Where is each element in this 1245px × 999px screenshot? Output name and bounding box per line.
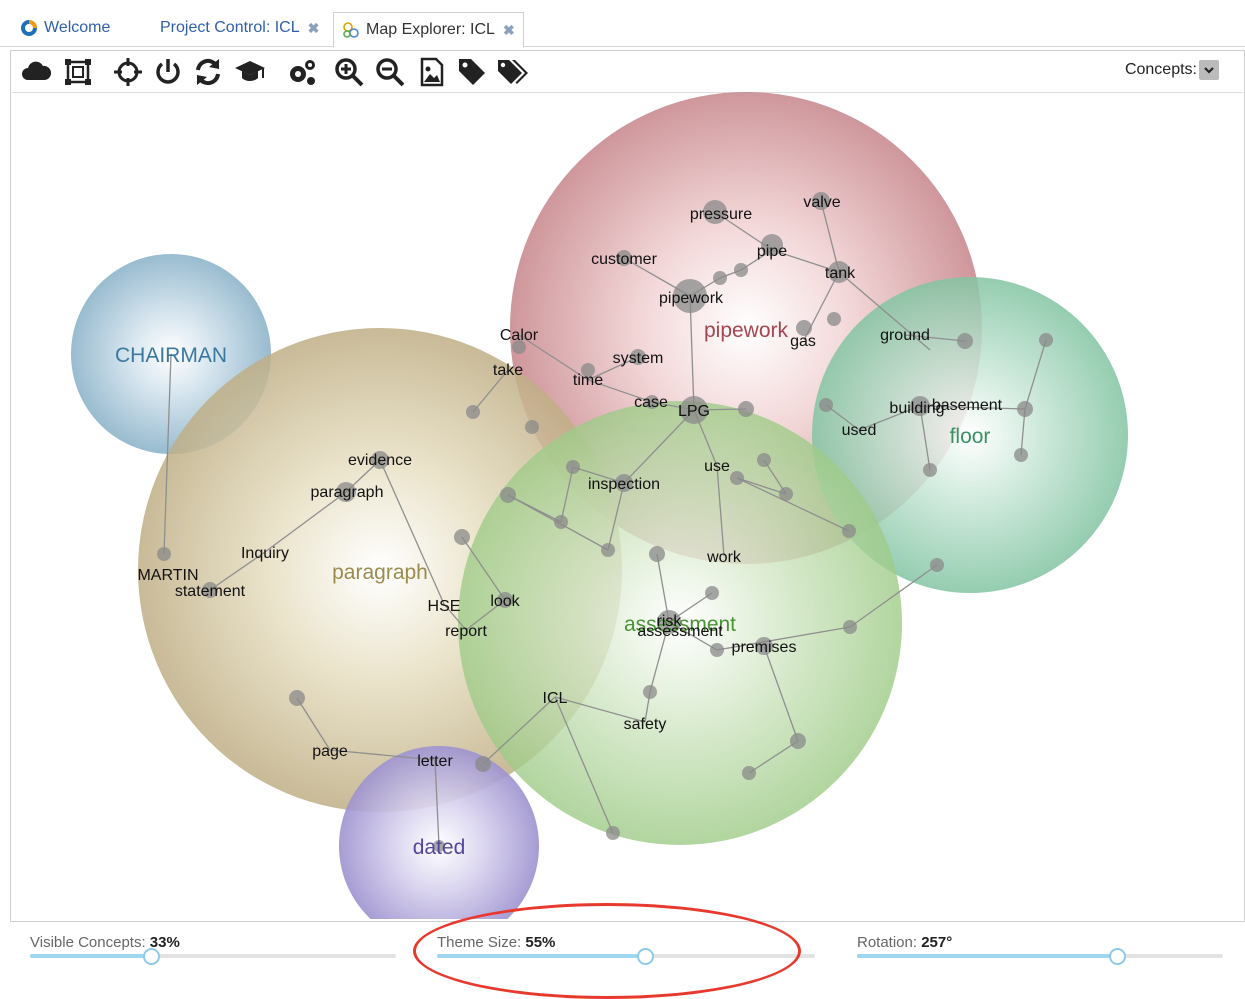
- slider-value: 257°: [921, 934, 953, 951]
- concept-label: pipework: [659, 290, 724, 307]
- concept-label: safety: [624, 716, 667, 733]
- refresh-icon[interactable]: [192, 56, 224, 88]
- concept-label: paragraph: [311, 484, 384, 501]
- concept-label: Inquiry: [241, 545, 289, 562]
- settings-icon[interactable]: [286, 56, 318, 88]
- concept-label: used: [842, 422, 877, 439]
- concept-map[interactable]: pipework CHAIRMAN paragraph floor assess…: [11, 92, 1243, 919]
- concept-label: statement: [175, 583, 246, 600]
- concept-label: pressure: [690, 206, 752, 223]
- concept-label: page: [312, 743, 348, 760]
- theme-label-dated: dated: [413, 836, 466, 859]
- concept-label: use: [704, 458, 730, 475]
- concept-label: system: [613, 350, 664, 367]
- concept-label: HSE: [428, 598, 461, 615]
- close-tab-icon[interactable]: ✖: [503, 22, 515, 39]
- toolbar: Concepts:: [10, 50, 1243, 93]
- concept-label: letter: [417, 753, 453, 770]
- concept-label: building: [889, 400, 944, 417]
- tab-map-explorer[interactable]: Map Explorer: ICL ✖: [333, 12, 524, 48]
- concepts-selector[interactable]: Concepts:: [1125, 60, 1219, 80]
- map-explorer-icon: [342, 21, 360, 39]
- concept-label: look: [490, 593, 520, 610]
- concept-label: work: [706, 549, 742, 566]
- theme-label-pipework: pipework: [704, 319, 789, 342]
- concept-label: tank: [825, 265, 856, 282]
- concept-label: take: [493, 362, 523, 379]
- theme-label-chairman: CHAIRMAN: [115, 344, 227, 367]
- theme-label-floor: floor: [950, 425, 991, 448]
- tab-project-control[interactable]: Project Control: ICL ✖: [160, 10, 319, 46]
- power-icon[interactable]: [152, 56, 184, 88]
- slider-label: Visible Concepts:: [30, 934, 146, 951]
- concept-label: ICL: [543, 690, 568, 707]
- concept-label: valve: [803, 194, 840, 211]
- tab-welcome[interactable]: Welcome: [20, 10, 110, 46]
- theme-label-paragraph: paragraph: [332, 561, 428, 584]
- cloud-icon[interactable]: [20, 56, 52, 88]
- tag-icon[interactable]: [456, 56, 488, 88]
- visible-concepts-slider[interactable]: [30, 948, 396, 965]
- concept-label: inspection: [588, 476, 660, 493]
- slider-fill: [30, 954, 151, 958]
- concept-label: ground: [880, 327, 930, 344]
- tab-bar: Welcome Project Control: ICL ✖ Map Explo…: [0, 0, 1245, 48]
- tab-label: Map Explorer: ICL: [366, 21, 495, 38]
- concept-label: report: [445, 623, 487, 640]
- concept-label: MARTIN: [137, 567, 198, 584]
- welcome-icon: [20, 19, 38, 37]
- concept-label: Calor: [500, 327, 539, 344]
- center-icon[interactable]: [112, 56, 144, 88]
- slider-label: Rotation:: [857, 934, 918, 951]
- annotation-highlight-ellipse: [413, 903, 801, 999]
- chevron-down-icon[interactable]: [1199, 60, 1219, 80]
- slider-handle[interactable]: [142, 948, 160, 965]
- concepts-label: Concepts:: [1124, 61, 1197, 78]
- theme-circles: [71, 92, 1128, 919]
- zoom-in-icon[interactable]: [333, 56, 365, 88]
- fit-to-window-icon[interactable]: [62, 56, 94, 88]
- close-tab-icon[interactable]: ✖: [308, 20, 320, 37]
- rotation-label: Rotation: 257°: [857, 934, 952, 951]
- export-image-icon[interactable]: [416, 56, 448, 88]
- concept-label: gas: [790, 333, 816, 350]
- zoom-out-icon[interactable]: [374, 56, 406, 88]
- learn-icon[interactable]: [234, 56, 266, 88]
- concept-label: LPG: [678, 403, 710, 420]
- rotation-slider[interactable]: [857, 948, 1223, 965]
- slider-handle[interactable]: [1108, 948, 1126, 965]
- concept-label: customer: [591, 251, 657, 268]
- slider-fill: [857, 954, 1117, 958]
- concept-label: evidence: [348, 452, 412, 469]
- tab-label: Project Control: ICL: [160, 19, 300, 36]
- visible-concepts-label: Visible Concepts: 33%: [30, 934, 180, 951]
- tags-icon[interactable]: [496, 56, 528, 88]
- concept-label: premises: [732, 639, 797, 656]
- concept-label: case: [634, 394, 668, 411]
- concept-label: assessment: [637, 623, 723, 640]
- concept-label: time: [573, 372, 603, 389]
- tab-label: Welcome: [44, 19, 111, 36]
- concept-label: pipe: [757, 243, 787, 260]
